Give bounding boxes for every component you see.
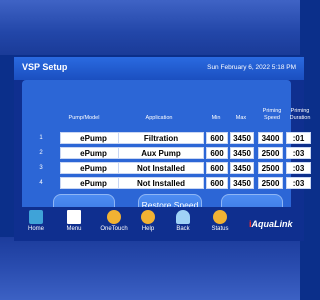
nav-label: Help	[141, 226, 155, 232]
back-arrow-icon	[176, 210, 190, 224]
priming-speed-field[interactable]: 2500	[258, 177, 283, 189]
table-row: 3 ePump Not Installed 600 3450 2500 :03	[32, 162, 312, 175]
column-header-application: Application	[145, 115, 173, 121]
priming-duration-field[interactable]: :03	[286, 162, 311, 174]
row-number: 2	[39, 150, 43, 156]
table-row: 4 ePump Not Installed 600 3450 2500 :03	[32, 177, 312, 190]
nav-label: OneTouch	[100, 226, 128, 232]
nav-home[interactable]: Home	[24, 207, 48, 241]
application-field[interactable]: Aux Pump	[118, 147, 204, 159]
device-screen: VSP Setup Sun February 6, 2022 5:18 PM P…	[14, 57, 311, 241]
nav-help[interactable]: Help	[136, 207, 160, 241]
max-speed-field[interactable]: 3450	[230, 162, 254, 174]
nav-label: Menu	[66, 226, 82, 232]
min-speed-field[interactable]: 600	[206, 177, 228, 189]
page-title: VSP Setup	[22, 62, 68, 72]
vsp-panel: Pump/Model Application Min Max Priming S…	[22, 80, 311, 226]
application-field[interactable]: Not Installed	[118, 177, 204, 189]
column-header-pump-model: Pump/Model	[68, 115, 100, 121]
title-bar: VSP Setup Sun February 6, 2022 5:18 PM	[14, 57, 304, 80]
device-bezel-top	[0, 0, 300, 55]
column-header-priming-duration: Priming Duration	[289, 108, 311, 121]
pump-model-field[interactable]: ePump	[60, 177, 127, 189]
row-number: 4	[39, 180, 43, 186]
row-number: 1	[39, 135, 43, 141]
min-speed-field[interactable]: 600	[206, 147, 228, 159]
column-header-max: Max	[235, 115, 247, 121]
priming-duration-field[interactable]: :01	[286, 132, 311, 144]
help-icon	[141, 210, 155, 224]
application-field[interactable]: Filtration	[118, 132, 204, 144]
nav-label: Status	[211, 226, 229, 232]
column-header-priming-speed: Priming Speed	[262, 108, 282, 121]
nav-label: Back	[176, 226, 190, 232]
row-number: 3	[39, 165, 43, 171]
status-info-icon	[213, 210, 227, 224]
logo-text: AquaLink	[251, 219, 293, 229]
aqualink-logo: iAquaLink	[249, 219, 293, 229]
priming-speed-field[interactable]: 2500	[258, 147, 283, 159]
nav-menu[interactable]: Menu	[62, 207, 86, 241]
nav-label: Home	[27, 226, 44, 232]
pump-model-field[interactable]: ePump	[60, 132, 127, 144]
home-icon	[29, 210, 43, 224]
min-speed-field[interactable]: 600	[206, 132, 228, 144]
table-row: 2 ePump Aux Pump 600 3450 2500 :03	[32, 147, 312, 160]
priming-speed-field[interactable]: 3400	[258, 132, 283, 144]
date-time: Sun February 6, 2022 5:18 PM	[207, 64, 296, 71]
bottom-nav: Home Menu OneTouch Help Back Status iAqu…	[14, 207, 304, 241]
max-speed-field[interactable]: 3450	[230, 147, 254, 159]
priming-speed-field[interactable]: 2500	[258, 162, 283, 174]
device-bezel-bottom	[0, 237, 300, 300]
min-speed-field[interactable]: 600	[206, 162, 228, 174]
nav-onetouch[interactable]: OneTouch	[94, 207, 134, 241]
nav-status[interactable]: Status	[207, 207, 233, 241]
table-row: 1 ePump Filtration 600 3450 3400 :01	[32, 132, 312, 145]
onetouch-icon	[107, 210, 121, 224]
priming-duration-field[interactable]: :03	[286, 177, 311, 189]
priming-duration-field[interactable]: :03	[286, 147, 311, 159]
max-speed-field[interactable]: 3450	[230, 177, 254, 189]
menu-icon	[67, 210, 81, 224]
pump-model-field[interactable]: ePump	[60, 162, 127, 174]
column-header-min: Min	[211, 115, 221, 121]
nav-back[interactable]: Back	[171, 207, 195, 241]
max-speed-field[interactable]: 3450	[230, 132, 254, 144]
pump-model-field[interactable]: ePump	[60, 147, 127, 159]
application-field[interactable]: Not Installed	[118, 162, 204, 174]
